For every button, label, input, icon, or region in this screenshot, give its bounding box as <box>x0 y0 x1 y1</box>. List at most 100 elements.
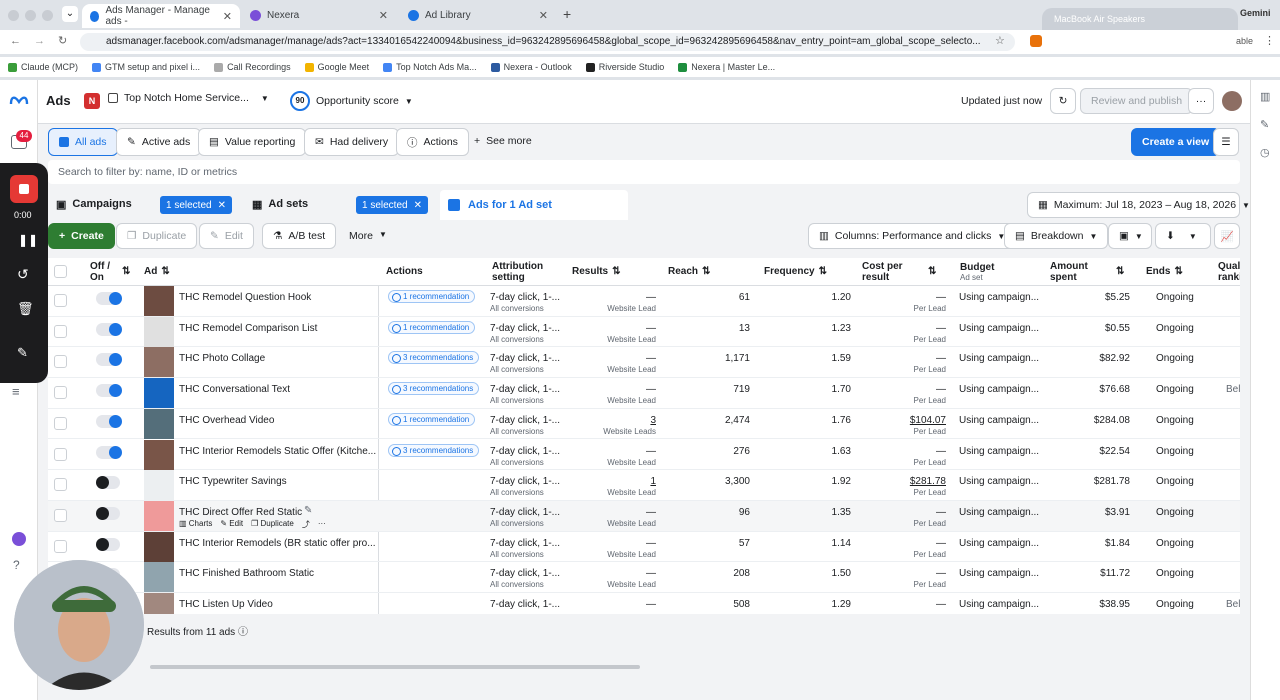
pause-icon[interactable]: ❚❚ <box>18 233 38 247</box>
header-actions[interactable]: Actions <box>380 258 486 286</box>
pencil-icon[interactable]: ✎ <box>1260 118 1269 131</box>
ad-name[interactable]: THC Remodel Comparison List <box>179 323 317 334</box>
delivery-toggle[interactable] <box>96 322 122 336</box>
cost-value[interactable]: $104.07 <box>856 415 946 426</box>
date-range-picker[interactable]: ▦ Maximum: Jul 18, 2023 – Aug 18, 2026 ▼ <box>1027 192 1250 218</box>
row-checkbox[interactable] <box>54 508 67 522</box>
row-more-icon[interactable]: ··· <box>318 519 326 530</box>
delivery-toggle[interactable] <box>96 537 120 551</box>
create-button[interactable]: + Create <box>48 223 115 249</box>
clock-icon[interactable]: ◷ <box>1260 146 1270 159</box>
account-selector[interactable]: Top Notch Home Service... ▼ <box>108 92 269 104</box>
close-tab-icon[interactable]: ✕ <box>223 10 232 23</box>
bookmark-master-le[interactable]: Nexera | Master Le... <box>678 62 775 72</box>
results-value[interactable]: 1 <box>566 476 656 487</box>
tab-value-reporting[interactable]: ▤ Value reporting <box>198 128 307 156</box>
header-attribution[interactable]: Attribution setting <box>486 258 566 286</box>
view-options-button[interactable]: ▣ ▼ <box>1108 223 1152 249</box>
ad-name[interactable]: THC Listen Up Video <box>179 599 273 610</box>
help-icon[interactable]: ? <box>13 558 20 572</box>
tab-all-ads[interactable]: All ads <box>48 128 118 156</box>
ad-name[interactable]: THC Overhead Video <box>179 415 274 426</box>
table-row[interactable]: THC Listen Up Video 7-day click, 1-... — 50… <box>48 593 1240 614</box>
close-tab-icon[interactable]: ✕ <box>539 9 548 22</box>
delivery-toggle[interactable] <box>96 353 122 367</box>
header-spent[interactable]: Amount spent ⇅ <box>1044 258 1140 286</box>
table-row[interactable]: THC Finished Bathroom Static 7-day click,… <box>48 562 1240 593</box>
ad-name[interactable]: THC Direct Offer Red Static <box>179 507 302 518</box>
delivery-toggle[interactable] <box>96 384 122 398</box>
horizontal-scrollbar[interactable] <box>150 665 640 669</box>
bookmark-gtm[interactable]: GTM setup and pixel i... <box>92 62 200 72</box>
header-results[interactable]: Results ⇅ <box>566 258 662 286</box>
table-row[interactable]: THC Interior Remodels (BR static offer p… <box>48 531 1240 563</box>
recommendation-badge[interactable]: 1 recommendation <box>388 320 476 334</box>
table-row[interactable]: THC Overhead Video 1 recommendation 7-day … <box>48 408 1240 440</box>
adsets-selected-chip[interactable]: 1 selected ✕ <box>356 196 428 214</box>
edit-name-icon[interactable]: ✎ <box>304 505 312 516</box>
forward-icon[interactable]: → <box>34 35 45 47</box>
maximize-window-icon[interactable] <box>42 10 53 21</box>
row-edit-link[interactable]: ✎ Edit <box>220 519 243 530</box>
ad-thumbnail[interactable] <box>144 408 174 439</box>
recommendation-badge[interactable]: 3 recommendations <box>388 443 480 457</box>
row-checkbox[interactable] <box>54 386 67 400</box>
tab-ads-manager[interactable]: Ads Manager - Manage ads - ✕ <box>82 4 240 28</box>
new-tab-icon[interactable]: + <box>563 6 571 22</box>
menu-icon[interactable]: ⋮ <box>1264 34 1275 47</box>
url-field[interactable]: adsmanager.facebook.com/adsmanager/manag… <box>80 33 1015 51</box>
see-more-button[interactable]: + See more <box>474 135 532 147</box>
bookmark-outlook[interactable]: Nexera - Outlook <box>490 62 572 72</box>
restart-icon[interactable]: ↺ <box>17 266 29 283</box>
ad-name[interactable]: THC Finished Bathroom Static <box>179 568 314 579</box>
results-value[interactable]: 3 <box>566 415 656 426</box>
columns-dropdown[interactable]: ▥ Columns: Performance and clicks ▼ <box>808 223 1017 249</box>
header-budget[interactable]: Budget Ad set <box>954 258 1044 286</box>
ad-thumbnail[interactable] <box>144 500 174 531</box>
table-row[interactable]: THC Typewriter Savings 7-day click, 1-...… <box>48 470 1240 501</box>
duplicate-button[interactable]: ❐ Duplicate <box>116 223 198 249</box>
ad-thumbnail[interactable] <box>144 316 174 347</box>
recommendation-badge[interactable]: 3 recommendations <box>388 351 480 365</box>
bookmark-call-recordings[interactable]: Call Recordings <box>214 62 291 72</box>
ad-name[interactable]: THC Remodel Question Hook <box>179 292 311 303</box>
select-all-checkbox[interactable] <box>54 265 67 278</box>
ad-name[interactable]: THC Interior Remodels (BR static offer p… <box>179 538 376 549</box>
review-publish-button[interactable]: Review and publish <box>1080 88 1194 114</box>
chart-bars-icon[interactable]: ▥ <box>1260 90 1270 103</box>
tab-actions[interactable]: ⓘ Actions <box>396 128 469 156</box>
header-quality[interactable]: Quali ranki <box>1212 258 1240 286</box>
header-reach[interactable]: Reach ⇅ <box>662 258 758 286</box>
ad-thumbnail[interactable] <box>144 531 174 562</box>
ad-thumbnail[interactable] <box>144 378 174 409</box>
row-duplicate-link[interactable]: ❐ Duplicate <box>251 519 294 530</box>
refresh-button[interactable]: ↻ <box>1050 88 1076 114</box>
close-icon[interactable]: ✕ <box>218 200 226 211</box>
search-filter-input[interactable]: Search to filter by: name, ID or metrics <box>48 160 1240 184</box>
back-icon[interactable]: ← <box>10 35 21 47</box>
charts-toggle-button[interactable]: 📈 <box>1214 223 1240 249</box>
cost-value[interactable]: $281.78 <box>856 476 946 487</box>
close-tab-icon[interactable]: ✕ <box>379 9 388 22</box>
export-button[interactable]: ⬇ ▼ <box>1155 223 1211 249</box>
more-dropdown[interactable]: More ▼ <box>349 230 387 242</box>
header-frequency[interactable]: Frequency ⇅ <box>758 258 856 286</box>
ad-name[interactable]: THC Interior Remodels Static Offer (Kitc… <box>179 446 376 457</box>
ad-thumbnail[interactable] <box>144 593 174 614</box>
create-view-button[interactable]: Create a view <box>1131 128 1221 156</box>
ad-thumbnail[interactable] <box>144 439 174 470</box>
bookmark-star-icon[interactable]: ☆ <box>995 34 1005 47</box>
campaigns-selected-chip[interactable]: 1 selected ✕ <box>160 196 232 214</box>
delivery-toggle[interactable] <box>96 506 120 520</box>
ad-name[interactable]: THC Photo Collage <box>179 353 265 364</box>
delivery-toggle[interactable] <box>96 414 122 428</box>
ad-thumbnail[interactable] <box>144 562 174 593</box>
table-row[interactable]: THC Direct Offer Red Static 7-day click, … <box>48 500 1240 532</box>
table-row[interactable]: THC Photo Collage 3 recommendations 7-day … <box>48 347 1240 379</box>
bookmark-google-meet[interactable]: Google Meet <box>304 62 369 72</box>
delivery-toggle[interactable] <box>96 292 122 305</box>
table-row[interactable]: THC Remodel Comparison List 1 recommendat… <box>48 316 1240 348</box>
ad-name[interactable]: THC Typewriter Savings <box>179 476 287 487</box>
row-checkbox[interactable] <box>54 539 67 553</box>
meta-logo-icon[interactable] <box>9 94 29 106</box>
